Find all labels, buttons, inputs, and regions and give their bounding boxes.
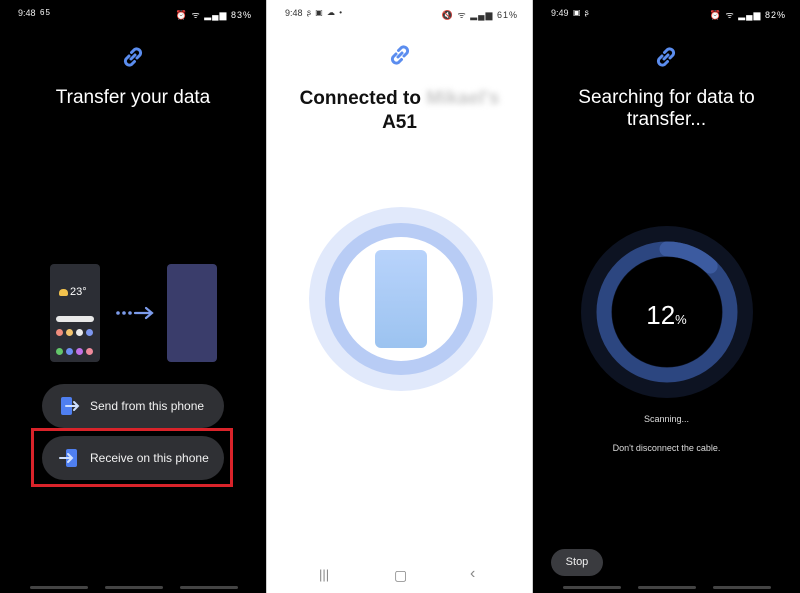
progress-unit: % xyxy=(675,312,687,327)
device-model: A51 xyxy=(382,112,417,133)
status-notification-icon: 65 xyxy=(40,8,51,17)
signal-icons: ⏰ ᯤ ▂▄▆ xyxy=(709,10,765,20)
status-time: 9:48 xyxy=(18,8,36,18)
status-time: 9:48 xyxy=(285,8,303,18)
screen-searching: 9:49 ▣ ʂ ⏰ ᯤ ▂▄▆ 82% Searching for data … xyxy=(533,0,800,593)
page-title: Connected to Mikael's xyxy=(267,88,532,110)
scanning-status: Scanning... xyxy=(643,414,690,424)
send-icon xyxy=(61,397,80,415)
status-notification-icons: ʂ ▣ ☁ • xyxy=(307,8,344,17)
navigation-bar: ||| ▢ ‹ xyxy=(267,565,532,584)
send-button-label: Send from this phone xyxy=(90,399,205,413)
battery-level: 61% xyxy=(496,10,518,20)
back-icon[interactable]: ‹ xyxy=(470,565,475,583)
phone-illustration xyxy=(375,250,427,348)
signal-icons: ⏰ ᯤ ▂▄▆ xyxy=(175,10,231,20)
recents-icon[interactable]: ||| xyxy=(319,567,329,582)
cloud-sun-icon xyxy=(59,288,68,296)
app-icons-row xyxy=(56,348,96,355)
nav-bar-segment xyxy=(713,586,771,589)
status-bar: 9:49 ▣ ʂ ⏰ ᯤ ▂▄▆ 82% xyxy=(533,6,800,22)
weather-temperature: 23° xyxy=(70,286,87,298)
battery-level: 82% xyxy=(764,10,786,20)
status-right-icons: ⏰ ᯤ ▂▄▆ 82% xyxy=(710,8,786,21)
search-bar-illustration xyxy=(56,316,94,322)
send-from-this-phone-button[interactable]: Send from this phone xyxy=(42,384,224,428)
target-phone-illustration xyxy=(167,264,217,362)
page-title-line-1: Searching for data to xyxy=(578,87,755,108)
nav-bar-segment xyxy=(638,586,696,589)
progress-value: 12 xyxy=(646,300,676,330)
link-icon xyxy=(120,44,146,70)
progress-percent: 12% xyxy=(533,300,800,331)
status-notification-icons: ▣ ʂ xyxy=(573,8,590,17)
transfer-arrow-icon xyxy=(116,306,154,320)
link-icon xyxy=(387,42,413,68)
status-right-icons: ⏰ ᯤ ▂▄▆ 83% xyxy=(176,8,252,21)
screen-connected: 9:48 ʂ ▣ ☁ • 🔇 ᯤ ▂▄▆ 61% Connected to Mi… xyxy=(266,0,533,593)
status-bar: 9:48 65 ⏰ ᯤ ▂▄▆ 83% xyxy=(0,6,266,22)
app-icons-row xyxy=(56,329,96,336)
link-icon xyxy=(653,44,679,70)
nav-bar-segment xyxy=(563,586,621,589)
stop-button[interactable]: Stop xyxy=(551,549,603,576)
signal-icons: 🔇 ᯤ ▂▄▆ xyxy=(441,10,497,20)
status-bar: 9:48 ʂ ▣ ☁ • 🔇 ᯤ ▂▄▆ 61% xyxy=(267,6,532,22)
highlight-box xyxy=(31,428,233,487)
page-title-line-2: transfer... xyxy=(626,109,707,130)
home-icon[interactable]: ▢ xyxy=(394,567,407,584)
nav-bar-segment xyxy=(105,586,163,589)
page-title: Transfer your data xyxy=(55,87,211,108)
battery-level: 83% xyxy=(230,10,252,20)
nav-bar-segment xyxy=(180,586,238,589)
screen-transfer-your-data: 9:48 65 ⏰ ᯤ ▂▄▆ 83% Transfer your data 2… xyxy=(0,0,266,593)
device-name-blurred: Mikael's xyxy=(426,88,500,109)
title-prefix: Connected to xyxy=(299,88,421,109)
nav-bar-segment xyxy=(30,586,88,589)
weather-widget: 23° xyxy=(59,286,87,298)
cable-warning: Don't disconnect the cable. xyxy=(612,443,721,453)
status-right-icons: 🔇 ᯤ ▂▄▆ 61% xyxy=(442,8,518,21)
source-phone-illustration: 23° xyxy=(50,264,100,362)
status-time: 9:49 xyxy=(551,8,569,18)
